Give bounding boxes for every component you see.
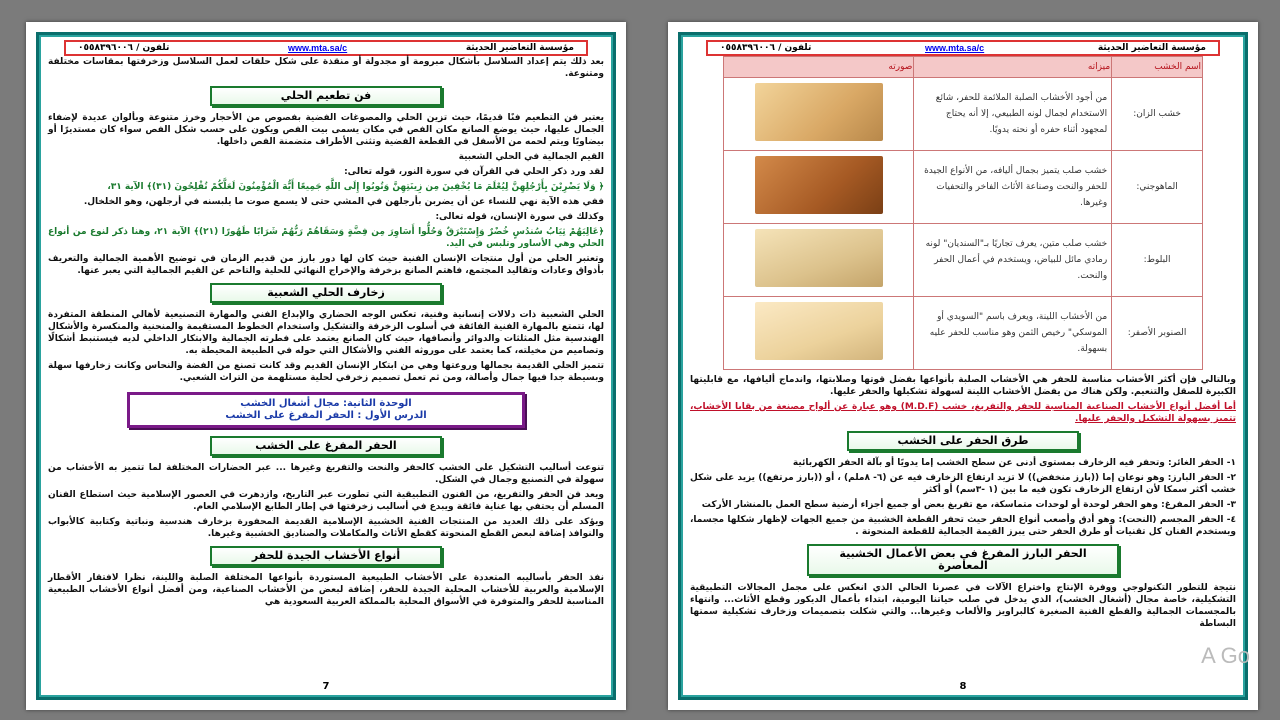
- paragraph: ويعد فن الحفر والتفريغ، من الفنون التطبي…: [48, 490, 604, 512]
- wood-image-cell: [722, 223, 915, 297]
- method-item: ٣- الحفر المفرغ: وهو الحفر لوحدة أو لوحد…: [701, 500, 1236, 510]
- quran-verse: ﴿عَالِيَهُمْ ثِيَابُ سُندُسٍ خُضْرٌ وَإِ…: [48, 227, 605, 249]
- viewer-frame: مؤسسة التعاضير الحديثة www.mta.sa/c تلفو…: [4, 4, 1276, 716]
- paragraph: نتيجة للتطور التكنولوجي ووفرة الإنتاج وا…: [690, 583, 1236, 629]
- page-number: 7: [322, 681, 330, 692]
- section-heading: الحفر المفرغ على الخشب: [210, 436, 442, 456]
- column-header: ميزاته: [913, 56, 1113, 78]
- page-header: مؤسسة التعاضير الحديثة www.mta.sa/c تلفو…: [706, 40, 1220, 56]
- table-row: البلوط: خشب صلب متين، يعرف تجاريًا بـ"ال…: [722, 223, 1203, 297]
- intro-text: بعد ذلك يتم إعداد السلاسل بأشكال مبرومة …: [48, 57, 604, 79]
- wood-name: خشب الزان:: [1111, 77, 1203, 151]
- paragraph: وتعتبر الحلي من أول منتجات الإنسان الفني…: [48, 254, 604, 276]
- unit-title: الوحدة الثانية: مجال أشغال الخشب: [240, 398, 412, 409]
- section-heading: طرق الحفر على الخشب: [847, 431, 1079, 451]
- wood-types-table: اسم الخشب ميزاته صورته خشب الزان: من أجو…: [722, 56, 1203, 370]
- section-heading: الحفر البارز المفرغ في بعض الأعمال الخشب…: [807, 544, 1119, 576]
- column-header: صورته: [722, 56, 915, 78]
- oak-wood-image: [754, 229, 883, 287]
- quran-verse: ﴿ وَلَا يَضْرِبْنَ بِأَرْجُلِهِنَّ لِيُع…: [107, 182, 604, 192]
- paragraph: تنوعت أساليب التشكيل على الخشب كالحفر وا…: [48, 463, 604, 485]
- unit-box: الوحدة الثانية: مجال أشغال الخشب الدرس ا…: [127, 392, 525, 428]
- wood-feature: من الأخشاب اللينة، ويعرف باسم "السويدي أ…: [913, 296, 1113, 370]
- header-org: مؤسسة التعاضير الحديثة: [465, 43, 574, 53]
- paragraph: ففي هذه الآية نهي للنساء عن أن يضربن بأر…: [83, 197, 604, 207]
- wood-feature: خشب صلب يتميز بجمال أليافه، من الأنواع ا…: [913, 150, 1113, 224]
- wood-image-cell: [722, 150, 915, 224]
- activation-watermark: A Go: [1201, 643, 1250, 668]
- table-row: الماهوجني: خشب صلب يتميز بجمال أليافه، م…: [722, 150, 1203, 224]
- lesson-title: الدرس الأول : الحفر المفرغ على الخشب: [225, 410, 427, 421]
- method-item: ٢- الحفر البارز: وهو نوعان إما ((بارز من…: [690, 473, 1236, 495]
- page-content: بعد ذلك يتم إعداد السلاسل بأشكال مبرومة …: [48, 56, 604, 674]
- page-content: اسم الخشب ميزاته صورته خشب الزان: من أجو…: [690, 56, 1236, 674]
- page-7[interactable]: مؤسسة التعاضير الحديثة www.mta.sa/c تلفو…: [26, 22, 626, 710]
- wood-feature: من أجود الأخشاب الصلبة الملائمة للحفر، ش…: [913, 77, 1113, 151]
- header-url[interactable]: www.mta.sa/c: [925, 43, 984, 53]
- table-row: الصنوبر الأصفر: من الأخشاب اللينة، ويعرف…: [722, 296, 1203, 370]
- method-item: ٤- الحفر المجسم (النحت): وهو أدق وأصعب أ…: [690, 515, 1236, 537]
- paragraph: الحلي الشعبية ذات دلالات إنسانية وفنية، …: [48, 310, 604, 356]
- method-item: ١- الحفر الغائر: وتحفر فيه الزخارف بمستو…: [792, 458, 1236, 468]
- mahogany-wood-image: [754, 156, 883, 214]
- paragraph: يعتبر فن التطعيم فنًا قديمًا، حيث تزين ا…: [48, 113, 604, 147]
- paragraph: تتميز الحلي القديمة بجمالها وروعتها وهي …: [48, 361, 604, 383]
- column-header: اسم الخشب: [1111, 56, 1203, 78]
- section-heading: أنواع الأخشاب الجيدة للحفر: [210, 546, 442, 566]
- wood-name: البلوط:: [1111, 223, 1203, 297]
- paragraph: وبالتالي فإن أكثر الأخشاب مناسبة للحفر ه…: [690, 375, 1236, 397]
- pdf-viewer: مؤسسة التعاضير الحديثة www.mta.sa/c تلفو…: [0, 0, 1280, 720]
- paragraph: القيم الجمالية في الحلي الشعبية: [458, 152, 604, 162]
- table-header-row: اسم الخشب ميزاته صورته: [722, 56, 1203, 78]
- wood-feature: خشب صلب متين، يعرف تجاريًا بـ"السنديان" …: [913, 223, 1113, 297]
- table-row: خشب الزان: من أجود الأخشاب الصلبة الملائ…: [722, 77, 1203, 151]
- beech-wood-image: [754, 83, 883, 141]
- section-heading: فن تطعيم الحلي: [210, 86, 442, 106]
- page-header: مؤسسة التعاضير الحديثة www.mta.sa/c تلفو…: [64, 40, 588, 56]
- section-heading: زخارف الحلي الشعبية: [210, 283, 442, 303]
- wood-name: الصنوبر الأصفر:: [1111, 296, 1203, 370]
- paragraph: نفذ الحفر بأساليبه المتعددة على الأخشاب …: [48, 573, 604, 607]
- header-org: مؤسسة التعاضير الحديثة: [1097, 43, 1206, 53]
- wood-name: الماهوجني:: [1111, 150, 1203, 224]
- pine-wood-image: [754, 302, 883, 360]
- page-number: 8: [959, 681, 967, 692]
- header-url[interactable]: www.mta.sa/c: [288, 43, 347, 53]
- header-phone: تلفون / ٠٥٥٨٣٩٦٠٠٦: [78, 43, 170, 53]
- wood-image-cell: [722, 296, 915, 370]
- header-phone: تلفون / ٠٥٥٨٣٩٦٠٠٦: [720, 43, 812, 53]
- paragraph: وكذلك في سورة الإنسان، قوله تعالى:: [435, 212, 604, 222]
- wood-image-cell: [722, 77, 915, 151]
- paragraph: ويؤكد على ذلك العديد من المنتجات الفنية …: [48, 517, 604, 539]
- highlighted-paragraph: أما أفضل أنواع الأخشاب الصناعية المناسبة…: [690, 402, 1236, 424]
- page-8[interactable]: مؤسسة التعاضير الحديثة www.mta.sa/c تلفو…: [668, 22, 1258, 710]
- paragraph: لقد ورد ذكر الحلي في القرآن في سورة النو…: [344, 167, 604, 177]
